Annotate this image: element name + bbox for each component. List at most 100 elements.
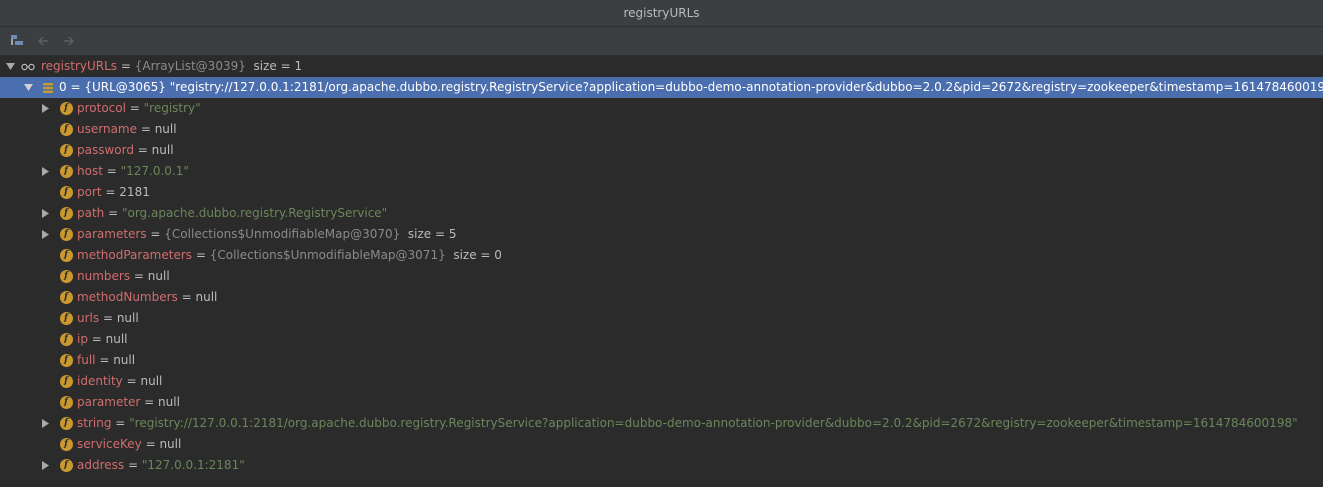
tree-row-item-0[interactable]: 0 = {URL@3065} "registry://127.0.0.1:218…: [0, 77, 1323, 98]
field-name: host: [77, 164, 103, 178]
field-value: 2181: [119, 185, 150, 199]
tree-row-field-identity[interactable]: f identity = null: [0, 371, 1323, 392]
field-name: port: [77, 185, 102, 199]
field-name: string: [77, 416, 112, 430]
field-value: null: [105, 332, 128, 346]
field-badge: f: [59, 333, 73, 346]
item-0-eq: =: [66, 80, 85, 94]
field-eq: =: [124, 458, 142, 472]
item-0-name: 0: [59, 80, 67, 94]
tree-row-field-numbers[interactable]: f numbers = null: [0, 266, 1323, 287]
expand-icon[interactable]: [40, 230, 50, 240]
array-element-icon: [41, 81, 55, 95]
field-icon: f: [59, 102, 73, 116]
field-icon: f: [59, 291, 73, 305]
field-eq: =: [104, 206, 122, 220]
field-badge: f: [59, 312, 73, 325]
window-title: registryURLs: [0, 0, 1323, 27]
field-name: full: [77, 353, 96, 367]
field-icon: f: [59, 312, 73, 326]
field-icon: f: [59, 165, 73, 179]
field-icon: f: [59, 438, 73, 452]
collapse-icon[interactable]: [5, 62, 15, 72]
field-icon: f: [59, 459, 73, 473]
tree-row-field-host[interactable]: f host = "127.0.0.1": [0, 161, 1323, 182]
back-arrow-icon[interactable]: [34, 32, 52, 50]
field-badge: f: [59, 249, 73, 262]
tree-row-field-password[interactable]: f password = null: [0, 140, 1323, 161]
tree-row-field-string[interactable]: f string = "registry://127.0.0.1:2181/org…: [0, 413, 1323, 434]
field-name: methodNumbers: [77, 290, 178, 304]
tree-row-field-methodNumbers[interactable]: f methodNumbers = null: [0, 287, 1323, 308]
root-size: size = 1: [245, 59, 303, 73]
field-name: urls: [77, 311, 100, 325]
tree-row-field-methodParameters[interactable]: f methodParameters = {Collections$Unmodif…: [0, 245, 1323, 266]
field-value: {Collections$UnmodifiableMap@3071}: [209, 248, 446, 262]
field-badge: f: [59, 123, 73, 136]
tree-row-field-serviceKey[interactable]: f serviceKey = null: [0, 434, 1323, 455]
field-badge: f: [59, 354, 73, 367]
watch-glasses-icon: [21, 60, 35, 74]
field-icon: f: [59, 123, 73, 137]
field-value: null: [154, 122, 177, 136]
field-eq: =: [137, 122, 155, 136]
field-eq: =: [101, 185, 120, 199]
field-eq: =: [102, 164, 121, 178]
field-badge: f: [59, 102, 73, 115]
tree-row-field-urls[interactable]: f urls = null: [0, 308, 1323, 329]
field-value: "registry": [143, 101, 201, 115]
expand-icon[interactable]: [40, 167, 50, 177]
collapse-icon[interactable]: [23, 83, 33, 93]
field-value: null: [158, 395, 180, 409]
field-name: password: [77, 143, 134, 157]
field-value: "registry://127.0.0.1:2181/org.apache.du…: [129, 416, 1298, 430]
expand-icon[interactable]: [40, 104, 50, 114]
expand-icon[interactable]: [40, 419, 50, 429]
tree-row-field-path[interactable]: f path = "org.apache.dubbo.registry.Regis…: [0, 203, 1323, 224]
field-eq: =: [99, 311, 117, 325]
field-badge: f: [59, 165, 73, 178]
tree-row-field-parameter[interactable]: f parameter = null: [0, 392, 1323, 413]
field-size: size = 5: [400, 227, 457, 241]
field-name: username: [77, 122, 137, 136]
expand-icon[interactable]: [40, 461, 50, 471]
field-name: path: [77, 206, 105, 220]
field-badge: f: [59, 207, 73, 220]
field-badge: f: [59, 144, 73, 157]
field-name: parameter: [77, 395, 141, 409]
field-badge: f: [59, 396, 73, 409]
tree-row-field-parameters[interactable]: f parameters = {Collections$UnmodifiableM…: [0, 224, 1323, 245]
field-eq: =: [177, 290, 196, 304]
field-badge: f: [59, 459, 73, 472]
field-name: parameters: [77, 227, 147, 241]
field-rows: f protocol = "registry" f username = null f p…: [0, 98, 1323, 476]
tree-row-root[interactable]: registryURLs = {ArrayList@3039} size = 1: [0, 56, 1323, 77]
field-value: "127.0.0.1": [120, 164, 189, 178]
field-icon: f: [59, 333, 73, 347]
tree-row-field-full[interactable]: f full = null: [0, 350, 1323, 371]
field-icon: f: [59, 375, 73, 389]
root-name: registryURLs: [41, 59, 118, 73]
field-value: "127.0.0.1:2181": [141, 458, 245, 472]
item-0-type: {URL@3065}: [84, 80, 166, 94]
tree-row-field-protocol[interactable]: f protocol = "registry": [0, 98, 1323, 119]
field-badge: f: [59, 270, 73, 283]
variables-tree: registryURLs = {ArrayList@3039} size = 1…: [0, 56, 1323, 476]
tree-row-field-username[interactable]: f username = null: [0, 119, 1323, 140]
field-eq: =: [122, 374, 141, 388]
show-structure-icon[interactable]: [8, 32, 26, 50]
tree-row-field-address[interactable]: f address = "127.0.0.1:2181": [0, 455, 1323, 476]
field-badge: f: [59, 438, 73, 451]
field-name: identity: [77, 374, 123, 388]
field-value: null: [116, 311, 139, 325]
forward-arrow-icon[interactable]: [60, 32, 78, 50]
expand-icon[interactable]: [40, 209, 50, 219]
tree-row-field-ip[interactable]: f ip = null: [0, 329, 1323, 350]
field-badge: f: [59, 228, 73, 241]
field-badge: f: [59, 417, 73, 430]
tree-row-field-port[interactable]: f port = 2181: [0, 182, 1323, 203]
field-value: null: [151, 143, 174, 157]
root-type: {ArrayList@3039}: [134, 59, 246, 73]
field-name: protocol: [77, 101, 126, 115]
field-icon: f: [59, 144, 73, 158]
